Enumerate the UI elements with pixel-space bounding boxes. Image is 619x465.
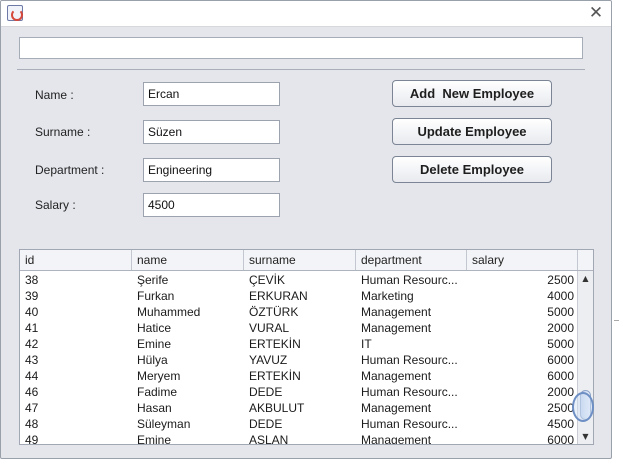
cell-name: Furkan	[137, 289, 175, 303]
salary-field[interactable]	[143, 193, 280, 217]
update-employee-button[interactable]: Update Employee	[392, 118, 552, 145]
cell-id: 39	[25, 289, 39, 303]
table-body: 38 Şerife ÇEVİK Human Resourc... 2500 39 Furka…	[20, 272, 578, 445]
cell-surname: ERTEKİN	[249, 337, 301, 351]
cell-id: 43	[25, 353, 39, 367]
vertical-scrollbar[interactable]: ▲ ▼	[577, 271, 593, 444]
name-label: Name :	[35, 88, 74, 102]
cell-name: Süleyman	[137, 417, 191, 431]
cell-id: 41	[25, 321, 39, 335]
table-row[interactable]: 42 Emine ERTEKİN IT 5000	[20, 336, 578, 352]
java-cup-icon	[7, 5, 23, 21]
cell-department: Human Resourc...	[361, 273, 458, 287]
cell-department: IT	[361, 337, 372, 351]
cell-salary: 4500	[547, 417, 574, 431]
cell-salary: 2500	[547, 401, 574, 415]
cell-surname: ASLAN	[249, 433, 289, 445]
cell-surname: ERKURAN	[249, 289, 308, 303]
cell-salary: 2000	[547, 321, 574, 335]
scroll-thumb[interactable]	[580, 390, 591, 420]
cell-department: Management	[361, 321, 432, 335]
background-strip	[612, 0, 619, 465]
cell-id: 47	[25, 401, 39, 415]
cell-name: Hatice	[137, 321, 172, 335]
title-bar[interactable]: ✕	[1, 1, 611, 27]
cell-name: Fadime	[137, 385, 178, 399]
background-strip-bottom	[0, 459, 619, 465]
cell-name: Meryem	[137, 369, 181, 383]
cell-surname: YAVUZ	[249, 353, 288, 367]
cell-id: 49	[25, 433, 39, 445]
cell-id: 40	[25, 305, 39, 319]
cell-department: Human Resourc...	[361, 385, 458, 399]
cell-department: Human Resourc...	[361, 353, 458, 367]
surname-label: Surname :	[35, 125, 91, 139]
separator	[17, 69, 585, 70]
add-employee-button[interactable]: Add New Employee	[392, 80, 552, 107]
cell-name: Emine	[137, 433, 172, 445]
table-row[interactable]: 47 Hasan AKBULUT Management 2500	[20, 400, 578, 416]
cell-surname: ÇEVİK	[249, 273, 286, 287]
cell-department: Human Resourc...	[361, 417, 458, 431]
cell-id: 42	[25, 337, 39, 351]
employee-table[interactable]: id name surname department salary 38 Şeri…	[19, 249, 594, 445]
cell-id: 46	[25, 385, 39, 399]
cell-salary: 5000	[547, 337, 574, 351]
close-button[interactable]: ✕	[587, 4, 605, 22]
cell-department: Management	[361, 401, 432, 415]
cell-salary: 2500	[547, 273, 574, 287]
cell-salary: 6000	[547, 433, 574, 445]
table-row[interactable]: 44 Meryem ERTEKİN Management 6000	[20, 368, 578, 384]
column-header-department[interactable]: department	[356, 250, 467, 270]
cell-salary: 6000	[547, 353, 574, 367]
cell-department: Management	[361, 369, 432, 383]
cell-id: 38	[25, 273, 39, 287]
cell-surname: DEDE	[249, 385, 283, 399]
cell-surname: VURAL	[249, 321, 290, 335]
column-header-id[interactable]: id	[20, 250, 132, 270]
cell-salary: 4000	[547, 289, 574, 303]
cell-surname: AKBULUT	[249, 401, 305, 415]
cell-surname: ÖZTÜRK	[249, 305, 299, 319]
cell-surname: DEDE	[249, 417, 283, 431]
department-label: Department :	[35, 163, 105, 177]
search-input[interactable]	[19, 37, 583, 59]
table-row[interactable]: 41 Hatice VURAL Management 2000	[20, 320, 578, 336]
cell-name: Şerife	[137, 273, 169, 287]
table-row[interactable]: 40 Muhammed ÖZTÜRK Management 5000	[20, 304, 578, 320]
cell-name: Hasan	[137, 401, 172, 415]
cell-department: Marketing	[361, 289, 414, 303]
column-header-surname[interactable]: surname	[244, 250, 356, 270]
table-row[interactable]: 43 Hülya YAVUZ Human Resourc... 6000	[20, 352, 578, 368]
cell-id: 48	[25, 417, 39, 431]
table-row[interactable]: 38 Şerife ÇEVİK Human Resourc... 2500	[20, 272, 578, 288]
column-header-salary[interactable]: salary	[467, 250, 578, 270]
cell-name: Muhammed	[137, 305, 201, 319]
department-field[interactable]	[143, 158, 280, 182]
cell-salary: 6000	[547, 369, 574, 383]
scroll-track[interactable]	[580, 287, 591, 429]
table-header: id name surname department salary	[20, 250, 593, 271]
scroll-down-icon[interactable]: ▼	[578, 430, 593, 444]
cell-salary: 2000	[547, 385, 574, 399]
table-row[interactable]: 39 Furkan ERKURAN Marketing 4000	[20, 288, 578, 304]
table-row[interactable]: 48 Süleyman DEDE Human Resourc... 4500	[20, 416, 578, 432]
column-header-name[interactable]: name	[132, 250, 244, 270]
employee-window: ✕ Name : Surname : Department : Salary :…	[0, 0, 612, 459]
cell-department: Management	[361, 433, 432, 445]
cell-department: Management	[361, 305, 432, 319]
cell-id: 44	[25, 369, 39, 383]
scroll-up-icon[interactable]: ▲	[578, 272, 593, 286]
delete-employee-button[interactable]: Delete Employee	[392, 156, 552, 183]
salary-label: Salary :	[35, 198, 76, 212]
cell-salary: 5000	[547, 305, 574, 319]
cell-name: Emine	[137, 337, 172, 351]
cell-name: Hülya	[137, 353, 168, 367]
name-field[interactable]	[143, 82, 280, 106]
table-row[interactable]: 46 Fadime DEDE Human Resourc... 2000	[20, 384, 578, 400]
surname-field[interactable]	[143, 120, 280, 144]
cell-surname: ERTEKİN	[249, 369, 301, 383]
table-row[interactable]: 49 Emine ASLAN Management 6000	[20, 432, 578, 445]
